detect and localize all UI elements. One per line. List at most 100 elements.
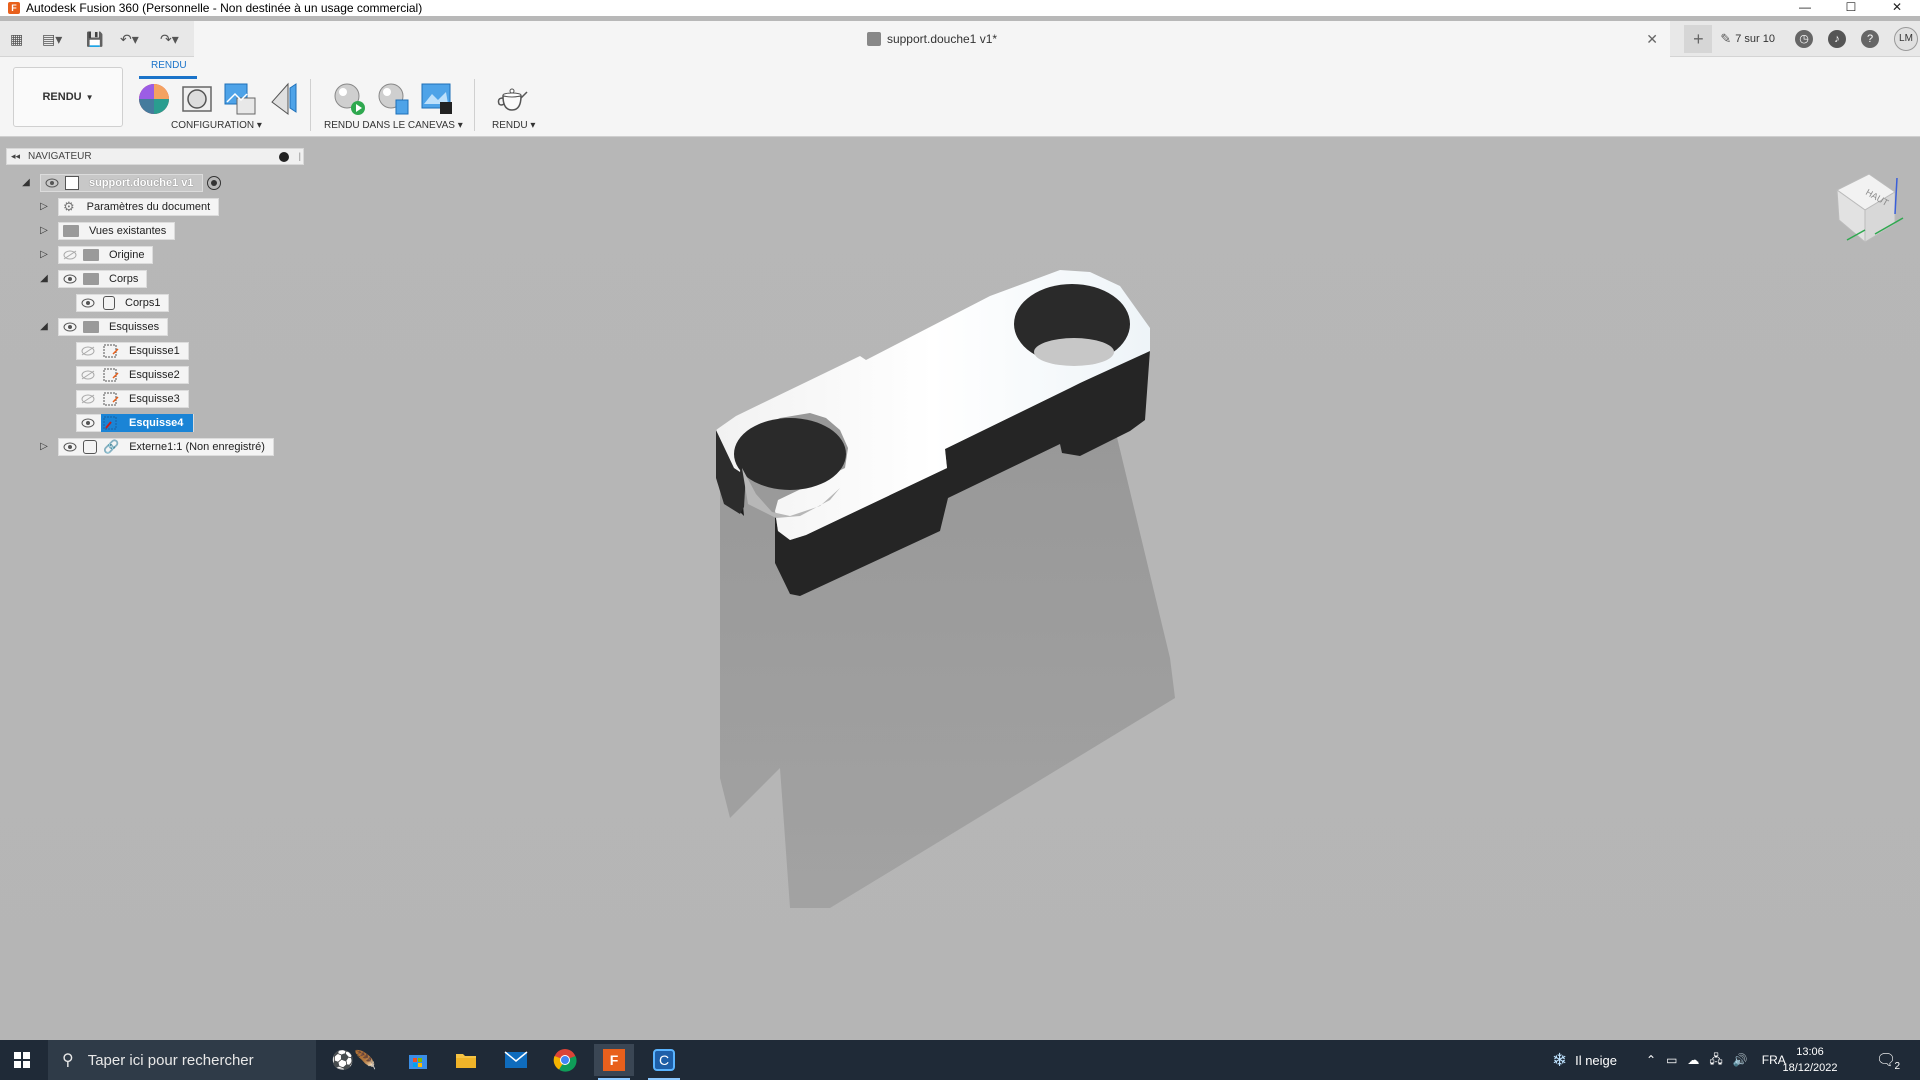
windows-start-icon[interactable] <box>14 1052 30 1068</box>
file-explorer-icon[interactable] <box>446 1044 486 1076</box>
hidden-eye-icon[interactable] <box>81 394 95 404</box>
volume-icon[interactable]: 🔊 <box>1733 1053 1748 1067</box>
network-icon[interactable]: 🖧 <box>1709 1050 1722 1071</box>
render-group-label[interactable]: RENDU ▾ <box>492 120 535 131</box>
tree-item-origin[interactable]: ▷ Origine <box>38 246 154 264</box>
tree-item-sketch4[interactable]: Esquisse4 <box>76 414 195 432</box>
notification-bell-icon[interactable]: ♪ <box>1828 30 1846 48</box>
visibility-eye-icon[interactable] <box>63 322 77 332</box>
expand-triangle-icon[interactable]: ▷ <box>38 249 50 261</box>
help-icon[interactable]: ? <box>1861 30 1879 48</box>
search-highlight-icon[interactable]: ⚽🪶 <box>322 1044 386 1076</box>
snowflake-icon: ❄ <box>1552 1049 1568 1070</box>
gear-icon: ⚙ <box>63 199 75 214</box>
tree-item-chip: Corps1 <box>76 294 170 312</box>
data-panel-grid-icon[interactable]: ▦ <box>10 30 23 48</box>
visibility-eye-icon[interactable] <box>63 442 77 452</box>
viewcube[interactable]: HAUT <box>1835 168 1905 248</box>
document-tab[interactable]: support.douche1 v1* ✕ <box>194 21 1670 57</box>
ribbon-separator <box>310 79 311 131</box>
activate-radio-icon[interactable] <box>206 176 221 190</box>
expand-triangle-icon[interactable]: ▷ <box>38 225 50 237</box>
close-window-button[interactable]: ✕ <box>1874 0 1920 16</box>
in-canvas-render-icon[interactable] <box>332 82 366 116</box>
selected-tree-item[interactable]: Esquisse4 <box>101 414 194 432</box>
close-tab-icon[interactable]: ✕ <box>1646 31 1658 48</box>
expand-triangle-icon[interactable]: ▷ <box>38 201 50 213</box>
save-icon[interactable]: 💾 <box>86 30 103 48</box>
notification-count-badge: 2 <box>1894 1061 1900 1072</box>
hidden-eye-icon[interactable] <box>81 370 95 380</box>
visibility-eye-icon[interactable] <box>45 178 59 188</box>
navigator-resize-handle[interactable]: | <box>299 151 301 161</box>
window-title: Autodesk Fusion 360 (Personnelle - Non d… <box>26 1 423 15</box>
job-status-icon: ✎ <box>1720 31 1732 46</box>
collapse-triangle-icon[interactable]: ◢ <box>38 273 50 285</box>
tree-root[interactable]: ◢ support.douche1 v1 <box>20 174 221 192</box>
undo-icon[interactable]: ↶▾ <box>120 30 139 48</box>
hidden-eye-icon[interactable] <box>63 250 77 260</box>
cura-app-icon[interactable]: C <box>644 1044 684 1080</box>
fusion360-taskbar-icon[interactable]: F <box>594 1044 634 1080</box>
tab-rendu[interactable]: RENDU <box>151 60 187 71</box>
weather-text: Il neige <box>1575 1052 1618 1068</box>
notification-center-button[interactable]: 🗨 2 <box>1876 1050 1900 1072</box>
tray-chevron-up-icon[interactable]: ⌃ <box>1646 1053 1656 1067</box>
scene-settings-icon[interactable] <box>180 82 214 116</box>
visibility-eye-icon[interactable] <box>63 274 77 284</box>
sketch-icon <box>103 344 119 358</box>
ribbon-toolbar: RENDU ▼ RENDU CONFIGURATION ▾ RENDU DANS… <box>0 57 1920 137</box>
taskbar-search-box[interactable]: ⚲ Taper ici pour rechercher <box>48 1040 316 1080</box>
expand-triangle-icon[interactable]: ▷ <box>38 441 50 453</box>
collapse-double-chevron-icon[interactable]: ◂◂ <box>11 151 20 162</box>
file-menu-icon[interactable]: ▤▾ <box>42 30 62 48</box>
history-clock-icon[interactable]: ◷ <box>1795 30 1813 48</box>
navigator-pin-icon[interactable] <box>279 152 289 162</box>
capture-image-icon[interactable] <box>420 82 454 116</box>
texture-map-icon[interactable] <box>223 82 257 116</box>
weather-widget[interactable]: ❄ Il neige <box>1552 1040 1617 1080</box>
appearance-color-wheel-icon[interactable] <box>137 82 171 116</box>
onedrive-cloud-icon[interactable]: ☁ <box>1687 1053 1699 1067</box>
document-component-icon <box>65 176 79 190</box>
tree-item-named-views[interactable]: ▷ Vues existantes <box>38 222 176 240</box>
new-tab-button[interactable]: + <box>1684 25 1713 53</box>
tree-root-chip[interactable]: support.douche1 v1 <box>40 174 203 192</box>
job-status-count[interactable]: 7 sur 10 <box>1735 33 1775 45</box>
tree-item-label: Esquisse4 <box>129 417 184 429</box>
tree-item-body1[interactable]: Corps1 <box>76 294 170 312</box>
collapse-triangle-icon[interactable]: ◢ <box>38 321 50 333</box>
tree-item-sketch2[interactable]: Esquisse2 <box>76 366 189 384</box>
tree-item-external-component[interactable]: ▷ 🔗 Externe1:1 (Non enregistré) <box>38 438 274 456</box>
body-icon <box>103 296 115 310</box>
microsoft-store-icon[interactable] <box>398 1044 438 1076</box>
hidden-eye-icon[interactable] <box>81 346 95 356</box>
canvas-render-group-label[interactable]: RENDU DANS LE CANEVAS ▾ <box>324 120 463 131</box>
tree-item-sketch1[interactable]: Esquisse1 <box>76 342 189 360</box>
navigator-title: NAVIGATEUR <box>28 151 92 162</box>
chrome-icon[interactable] <box>545 1044 585 1076</box>
visibility-eye-icon[interactable] <box>81 298 95 308</box>
minimize-button[interactable]: — <box>1782 0 1828 16</box>
mail-icon[interactable] <box>496 1044 536 1076</box>
configuration-group-label[interactable]: CONFIGURATION ▾ <box>171 120 262 131</box>
workspace-switcher-button[interactable]: RENDU ▼ <box>13 67 123 127</box>
user-avatar[interactable]: LM <box>1894 27 1918 51</box>
decal-icon[interactable] <box>266 82 300 116</box>
tree-item-chip: ⚙ Paramètres du document <box>58 198 220 216</box>
tree-item-sketches[interactable]: ◢ Esquisses <box>38 318 169 336</box>
navigator-header[interactable]: ◂◂ NAVIGATEUR | <box>6 148 304 165</box>
redo-icon[interactable]: ↷▾ <box>160 30 179 48</box>
tree-item-bodies[interactable]: ◢ Corps <box>38 270 148 288</box>
tree-item-sketch3[interactable]: Esquisse3 <box>76 390 189 408</box>
tree-item-label: Vues existantes <box>89 225 167 237</box>
visibility-eye-icon[interactable] <box>81 418 95 428</box>
in-canvas-render-settings-icon[interactable] <box>376 82 410 116</box>
3d-viewport-canvas[interactable] <box>0 138 1920 1040</box>
meet-now-icon[interactable]: ▭ <box>1666 1053 1677 1067</box>
tree-item-document-settings[interactable]: ▷ ⚙ Paramètres du document <box>38 198 220 216</box>
collapse-triangle-icon[interactable]: ◢ <box>20 177 32 189</box>
clock[interactable]: 13:06 18/12/2022 <box>1778 1044 1842 1076</box>
render-teapot-icon[interactable] <box>495 82 529 116</box>
maximize-button[interactable]: ☐ <box>1828 0 1874 16</box>
